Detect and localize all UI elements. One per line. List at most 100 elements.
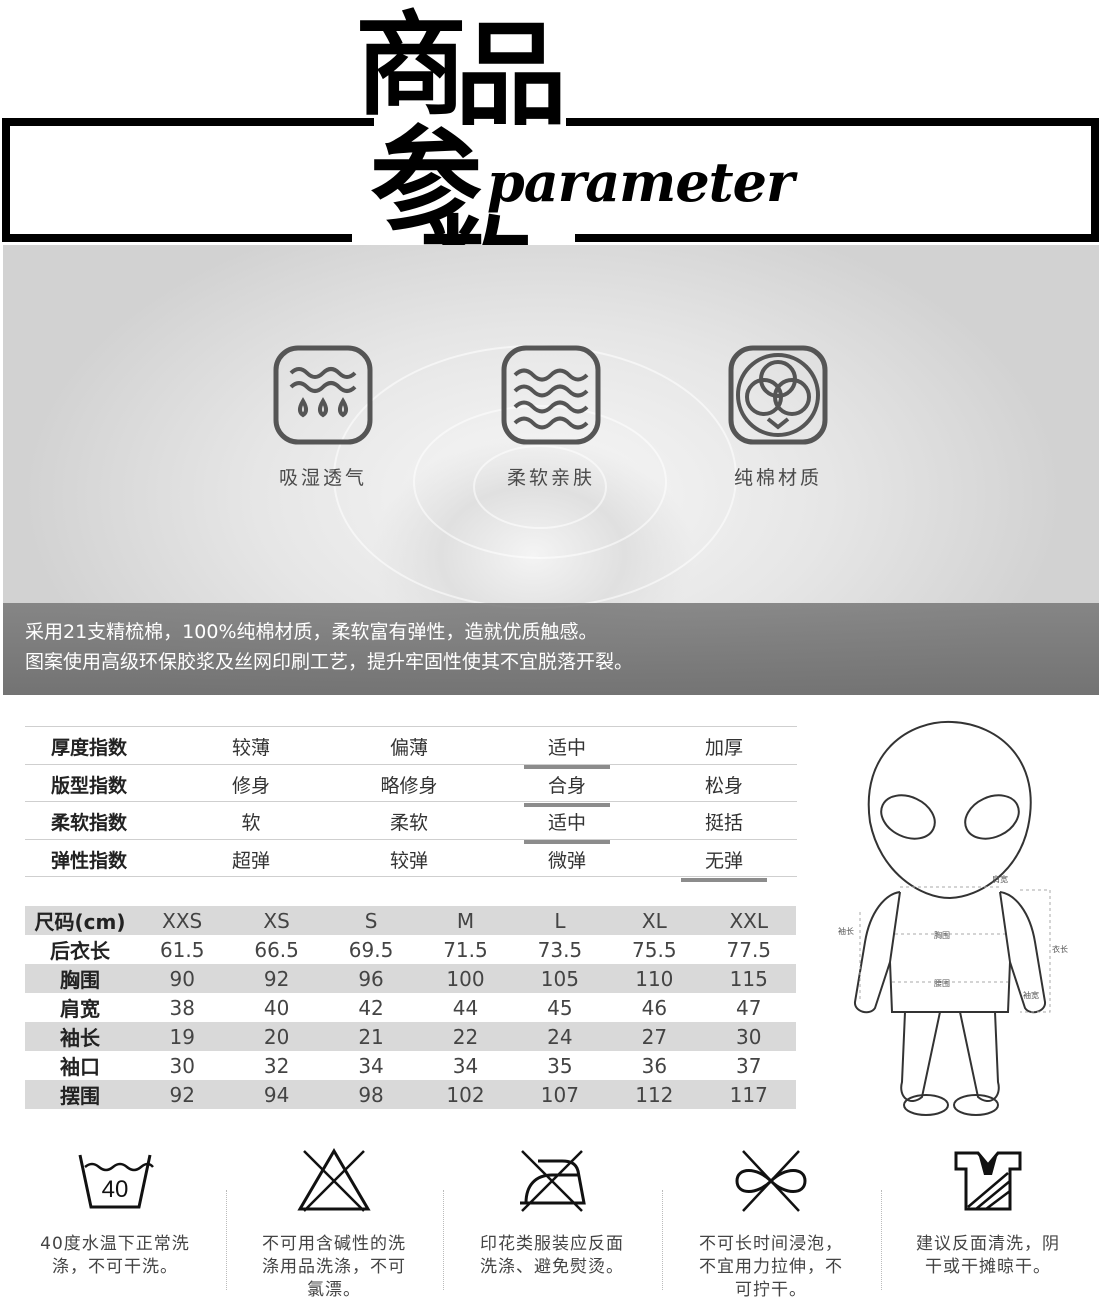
no-wring-icon: [735, 1150, 807, 1212]
size-table: 尺码(cm) XXS XS S M L XL XXL 后衣长 61.5 66.5…: [25, 906, 796, 1109]
feature-label: 柔软亲肤: [506, 467, 595, 489]
waves-icon: [501, 345, 601, 445]
figure-leg-right: [959, 1011, 1000, 1102]
row-label: 后衣长: [50, 939, 110, 963]
figure-head: [867, 720, 1032, 900]
frame-top-right: [566, 118, 1099, 126]
table-cell: 30: [701, 1022, 796, 1051]
figure-label-shoulder: 肩宽: [992, 874, 1008, 884]
index-option: 超弹: [231, 849, 270, 872]
figure-eye: [964, 794, 1020, 840]
svg-text:40: 40: [102, 1176, 129, 1203]
table-cell: 35: [547, 1053, 573, 1078]
index-option: 挺括: [704, 812, 743, 834]
care-no-bleach: 不可用含碱性的洗 涤用品洗涤，不可 氯漂。: [234, 1145, 434, 1302]
care-line: 建议反面清洗，阴: [916, 1234, 1060, 1254]
table-cell: 112: [607, 1080, 702, 1109]
index-option: 加厚: [704, 737, 743, 759]
index-option: 软: [241, 812, 261, 834]
table-cell: 96: [323, 964, 419, 993]
table-row: 后衣长 61.5 66.5 69.5 71.5 73.5 75.5 77.5: [25, 935, 796, 964]
table-row: 袖口 30 32 34 34 35 36 37: [25, 1051, 796, 1080]
table-cell: 73.5: [537, 937, 583, 962]
figure-arm-left: [854, 891, 901, 1014]
title-char: 商: [355, 0, 467, 131]
table-cell: 66.5: [254, 937, 299, 962]
row-label: 肩宽: [60, 997, 100, 1021]
care-line: 干或干摊晾干。: [925, 1257, 1051, 1277]
water-drops-icon: [273, 345, 373, 445]
cotton-icon: [728, 345, 828, 445]
table-cell: 115: [701, 964, 796, 993]
frame-bottom-left: [2, 234, 352, 242]
care-text: 不可用含碱性的洗 涤用品洗涤，不可 氯漂。: [234, 1233, 434, 1302]
figure-eye: [880, 794, 936, 840]
feature-cotton: 纯棉材质: [688, 345, 868, 490]
table-cell: 107: [512, 1080, 608, 1109]
divider: [443, 1190, 444, 1290]
size-header-label: 尺码(cm): [25, 906, 135, 935]
table-cell: 92: [135, 1080, 230, 1109]
no-iron-icon: [520, 1150, 586, 1212]
care-line: 涤用品洗涤，不可: [262, 1257, 406, 1277]
care-line: 不可长时间浸泡，: [699, 1234, 843, 1254]
figure-foot: [953, 1094, 999, 1116]
size-label: XXL: [701, 906, 796, 935]
row-label: 袖长: [25, 1022, 135, 1051]
table-cell: 61.5: [159, 937, 205, 962]
index-option-selected: 适中: [512, 808, 622, 844]
index-option: 松身: [704, 774, 743, 797]
description-line: 采用21支精梳棉，100%纯棉材质，柔软富有弹性，造就优质触感。: [25, 621, 598, 643]
table-cell: 44: [452, 995, 479, 1020]
measurement-figure: 肩宽 袖长 胸围 衣长 腰围 袖宽: [838, 720, 1068, 1116]
care-text: 建议反面清洗，阴 干或干摊晾干。: [888, 1233, 1088, 1279]
flat-dry-icon: [954, 1151, 1022, 1211]
table-cell: 94: [229, 1080, 324, 1109]
table-cell: 45: [547, 995, 573, 1020]
size-label: XL: [607, 906, 702, 935]
figure-label-cuff: 袖宽: [1023, 990, 1039, 1000]
table-cell: 38: [169, 995, 195, 1020]
row-label: 摆围: [25, 1080, 135, 1109]
table-cell: 20: [229, 1022, 324, 1051]
table-cell: 34: [452, 1053, 479, 1078]
description-line: 图案使用高级环保胶浆及丝网印刷工艺，提升牢固性使其不宜脱落开裂。: [25, 651, 634, 673]
table-cell: 42: [358, 995, 384, 1020]
table-cell: 98: [323, 1080, 419, 1109]
table-cell: 34: [358, 1053, 384, 1078]
index-option: 较弹: [389, 849, 428, 872]
frame-bottom-right: [575, 234, 1099, 242]
divider: [226, 1190, 227, 1290]
care-no-iron: 印花类服装应反面 洗涤、避免熨烫。: [452, 1145, 652, 1279]
table-cell: 46: [641, 995, 668, 1020]
care-line: 印花类服装应反面: [480, 1234, 624, 1254]
row-label: 胸围: [25, 964, 135, 993]
frame-left: [2, 118, 10, 242]
index-title: 柔软指数: [51, 812, 128, 834]
index-option: 略修身: [380, 774, 438, 797]
figure-foot: [903, 1094, 949, 1116]
table-cell: 21: [323, 1022, 419, 1051]
care-line: 可拧干。: [735, 1280, 807, 1300]
care-no-wring: 不可长时间浸泡， 不宜用力拉伸，不 可拧干。: [671, 1145, 871, 1302]
table-cell: 22: [418, 1022, 513, 1051]
care-line: 氯漂。: [307, 1280, 361, 1300]
feature-breathable: 吸湿透气: [233, 345, 413, 490]
care-text: 40度水温下正常洗 涤，不可干洗。: [15, 1233, 215, 1279]
index-option-selected: 适中: [512, 733, 622, 769]
table-cell: 100: [418, 964, 513, 993]
table-cell: 110: [607, 964, 702, 993]
figure-label-hem: 腰围: [934, 979, 950, 988]
figure-label-length: 衣长: [1052, 944, 1068, 954]
row-label: 袖口: [60, 1055, 100, 1079]
table-cell: 32: [263, 1053, 290, 1078]
care-line: 涤，不可干洗。: [52, 1257, 178, 1277]
size-header-row: 尺码(cm) XXS XS S M L XL XXL: [25, 906, 796, 935]
table-cell: 19: [135, 1022, 230, 1051]
table-cell: 75.5: [632, 937, 677, 962]
index-option: 修身: [231, 774, 270, 797]
frame-right: [1091, 118, 1099, 242]
index-title: 厚度指数: [51, 737, 128, 759]
index-option-selected: 合身: [512, 771, 622, 807]
frame-top-left: [2, 118, 374, 126]
